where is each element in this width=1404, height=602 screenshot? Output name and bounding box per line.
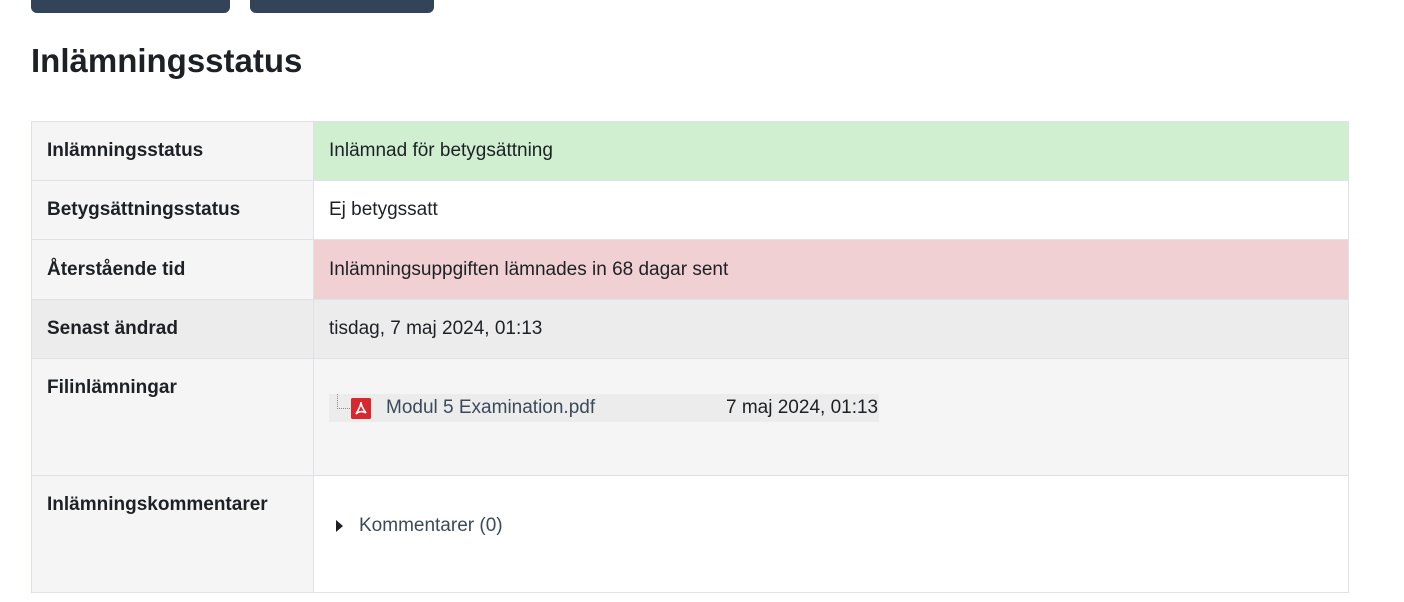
table-row: Betygsättningsstatus Ej betygssatt	[31, 180, 1349, 240]
row-label-submission-comments: Inlämningskommentarer	[31, 475, 314, 593]
time-remaining-value: Inlämningsuppgiften lämnades in 68 dagar…	[313, 239, 1349, 300]
comments-label: Kommentarer (0)	[359, 515, 503, 536]
table-row: Senast ändrad tisdag, 7 maj 2024, 01:13	[31, 299, 1349, 359]
table-row: Återstående tid Inlämningsuppgiften lämn…	[31, 239, 1349, 300]
section-title: Inlämningsstatus	[31, 42, 303, 79]
page: Inlämningsstatus Inlämningsstatus Inlämn…	[0, 0, 1404, 602]
file-link[interactable]: Modul 5 Examination.pdf	[386, 394, 595, 422]
file-tree-item: Modul 5 Examination.pdf 7 maj 2024, 01:1…	[329, 394, 879, 422]
last-modified-value: tisdag, 7 maj 2024, 01:13	[313, 299, 1349, 359]
comments-toggle[interactable]: Kommentarer (0)	[329, 512, 1333, 540]
row-label-last-modified: Senast ändrad	[31, 299, 314, 359]
caret-right-icon	[336, 520, 343, 532]
file-date: 7 maj 2024, 01:13	[726, 397, 879, 418]
tree-connector	[337, 394, 350, 409]
submission-comments-cell: Kommentarer (0)	[313, 475, 1349, 593]
table-row: Filinlämningar Modul 5 Examination.pdf 7…	[31, 358, 1349, 476]
top-button-2[interactable]	[250, 0, 434, 13]
row-label-time-remaining: Återstående tid	[31, 239, 314, 300]
row-label-file-submissions: Filinlämningar	[31, 358, 314, 476]
row-label-grading-status: Betygsättningsstatus	[31, 180, 314, 240]
file-submissions-cell: Modul 5 Examination.pdf 7 maj 2024, 01:1…	[313, 358, 1349, 476]
grading-status-value: Ej betygssatt	[313, 180, 1349, 240]
submission-status-value: Inlämnad för betygsättning	[313, 121, 1349, 181]
top-button-1[interactable]	[31, 0, 230, 13]
submission-status-table: Inlämningsstatus Inlämnad för betygsättn…	[31, 121, 1349, 593]
table-row: Inlämningsstatus Inlämnad för betygsättn…	[31, 121, 1349, 181]
pdf-icon	[351, 398, 371, 419]
table-row: Inlämningskommentarer Kommentarer (0)	[31, 475, 1349, 593]
row-label-submission-status: Inlämningsstatus	[31, 121, 314, 181]
